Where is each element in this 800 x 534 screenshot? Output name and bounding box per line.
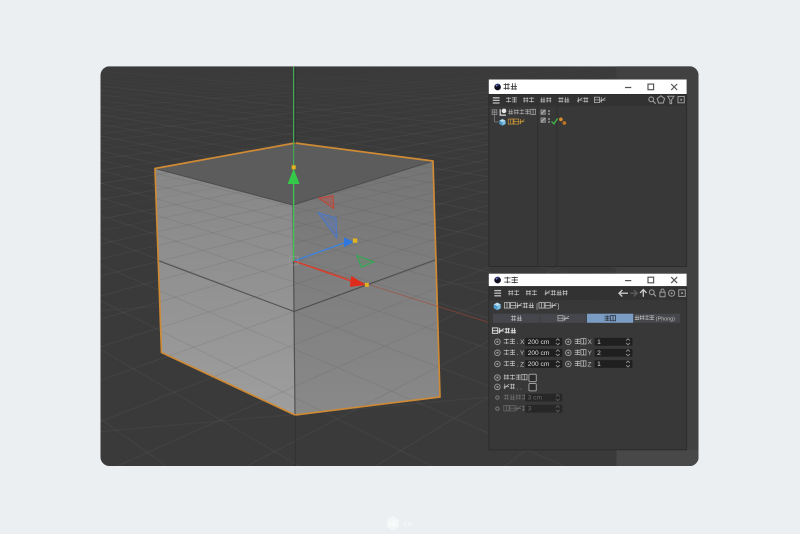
svg-text:200 cm: 200 cm (528, 339, 550, 346)
svg-text:3 cm: 3 cm (528, 395, 543, 402)
svg-text:[: [ (536, 303, 538, 310)
svg-text:200 cm: 200 cm (528, 361, 550, 368)
svg-text:200 cm: 200 cm (528, 350, 550, 357)
svg-text:(Phong): (Phong) (656, 316, 675, 322)
svg-text:. Z: . Z (517, 361, 524, 368)
svg-text:Z: Z (588, 361, 592, 368)
svg-text:·cn: ·cn (401, 519, 413, 528)
svg-text:3: 3 (528, 406, 532, 413)
svg-text:. Y: . Y (517, 350, 525, 357)
svg-text:Ui: Ui (389, 518, 398, 528)
svg-text:2: 2 (597, 350, 601, 357)
svg-text:1: 1 (597, 339, 601, 346)
svg-text:]: ] (557, 303, 559, 310)
svg-text:. X: . X (517, 339, 525, 346)
svg-text:. .: . . (517, 384, 522, 391)
svg-text:1: 1 (597, 361, 601, 368)
